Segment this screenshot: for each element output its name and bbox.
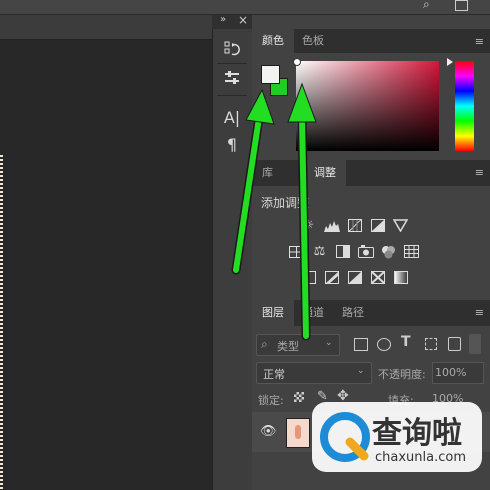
annotation-arrows — [231, 82, 317, 341]
arrow-to-spectrum-handle — [287, 82, 317, 341]
arrow-to-foreground-swatch — [231, 88, 275, 275]
